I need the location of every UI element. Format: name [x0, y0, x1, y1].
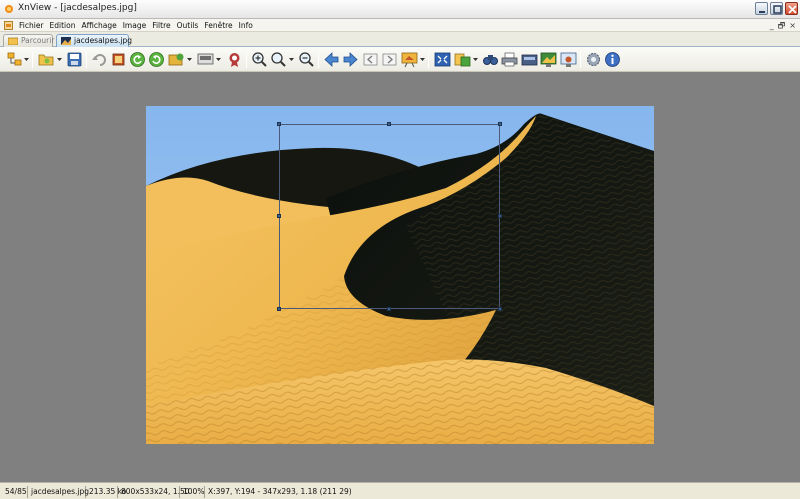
- window-title: XnView - [jacdesalpes.jpg]: [18, 3, 137, 13]
- maximize-button[interactable]: [770, 2, 783, 15]
- menu-affichage[interactable]: Affichage: [78, 20, 119, 31]
- selection-rectangle[interactable]: [279, 124, 500, 309]
- image-tab-icon: [61, 37, 71, 45]
- selection-handle-bottom-left[interactable]: [277, 307, 281, 311]
- selection-handle-top-left[interactable]: [277, 122, 281, 126]
- print-icon[interactable]: [501, 51, 518, 68]
- status-dimensions: 800x533x24, 1.50: [118, 486, 190, 498]
- browser-tab-icon: [8, 37, 18, 45]
- status-zoom: 100%: [180, 486, 205, 498]
- dropdown-arrow-icon[interactable]: [289, 57, 294, 62]
- zoom-in-icon[interactable]: [251, 51, 268, 68]
- dropdown-arrow-icon[interactable]: [57, 57, 62, 62]
- previous-icon[interactable]: [323, 51, 340, 68]
- rotate-right-icon[interactable]: [148, 51, 165, 68]
- menu-filtre[interactable]: Filtre: [149, 20, 173, 31]
- tab-bar: Parcourir jacdesalpes.jpg: [0, 32, 800, 47]
- dropdown-arrow-icon[interactable]: [420, 57, 425, 62]
- scanner-icon[interactable]: [521, 51, 538, 68]
- menu-image[interactable]: Image: [120, 20, 150, 31]
- tab-label: Parcourir: [21, 36, 55, 45]
- tab-jacdesalpes[interactable]: jacdesalpes.jpg: [56, 34, 133, 47]
- open-folder-icon[interactable]: [38, 51, 55, 68]
- first-icon[interactable]: [362, 51, 379, 68]
- crop-icon[interactable]: [110, 51, 127, 68]
- convert-icon[interactable]: [454, 51, 471, 68]
- tab-label: jacdesalpes.jpg: [74, 36, 133, 45]
- tab-parcourir[interactable]: Parcourir: [3, 34, 55, 47]
- dropdown-arrow-icon[interactable]: [473, 57, 478, 62]
- screen-icon[interactable]: [197, 51, 214, 68]
- minimize-button[interactable]: [755, 2, 768, 15]
- status-selection-info: X:397, Y:194 - 347x293, 1.18 (211 29): [208, 487, 352, 496]
- wallpaper-icon[interactable]: [540, 51, 557, 68]
- adjust-icon[interactable]: [168, 51, 185, 68]
- zoom-icon[interactable]: [270, 51, 287, 68]
- status-bar: 54/85 jacdesalpes.jpg 213.35 ko 800x533x…: [0, 482, 800, 499]
- color-icon[interactable]: [226, 51, 243, 68]
- image-viewer[interactable]: [0, 72, 800, 482]
- dropdown-arrow-icon[interactable]: [216, 57, 221, 62]
- settings-icon[interactable]: [585, 51, 602, 68]
- next-icon[interactable]: [342, 51, 359, 68]
- menu-fenetre[interactable]: Fenêtre: [201, 20, 235, 31]
- dropdown-arrow-icon[interactable]: [24, 57, 29, 62]
- xnview-app-icon: [5, 5, 13, 13]
- selection-handle-bottom-right[interactable]: [498, 307, 502, 311]
- document-icon[interactable]: [4, 21, 13, 30]
- mdi-minimize-button[interactable]: _: [770, 20, 774, 31]
- menu-fichier[interactable]: Fichier: [16, 20, 47, 31]
- selection-handle-bottom[interactable]: [387, 307, 391, 311]
- maximize-icon: [773, 5, 782, 14]
- status-filename: jacdesalpes.jpg: [28, 486, 89, 498]
- slideshow-icon[interactable]: [401, 51, 418, 68]
- mdi-close-button[interactable]: ×: [789, 20, 796, 31]
- menu-bar: Fichier Edition Affichage Image Filtre O…: [0, 19, 800, 32]
- undo-icon[interactable]: [91, 51, 108, 68]
- close-button[interactable]: [785, 2, 798, 15]
- dropdown-arrow-icon[interactable]: [187, 57, 192, 62]
- zoom-out-icon[interactable]: [298, 51, 315, 68]
- selection-handle-top[interactable]: [387, 122, 391, 126]
- info-icon[interactable]: [604, 51, 621, 68]
- fullscreen-icon[interactable]: [434, 51, 451, 68]
- menu-edition[interactable]: Edition: [47, 20, 79, 31]
- toolbar: [0, 47, 800, 72]
- title-bar: XnView - [jacdesalpes.jpg]: [0, 0, 800, 19]
- find-icon[interactable]: [482, 51, 499, 68]
- browser-icon[interactable]: [6, 51, 23, 68]
- rotate-left-icon[interactable]: [129, 51, 146, 68]
- capture-icon[interactable]: [560, 51, 577, 68]
- save-icon[interactable]: [66, 51, 83, 68]
- menu-outils[interactable]: Outils: [174, 20, 202, 31]
- minimize-icon: [759, 11, 765, 13]
- close-icon: [788, 5, 797, 14]
- menu-info[interactable]: Info: [236, 20, 256, 31]
- selection-handle-top-right[interactable]: [498, 122, 502, 126]
- status-position: 54/85: [2, 486, 28, 498]
- selection-handle-right[interactable]: [498, 214, 502, 218]
- last-icon[interactable]: [381, 51, 398, 68]
- selection-handle-left[interactable]: [277, 214, 281, 218]
- mdi-restore-button[interactable]: 🗗: [778, 20, 786, 31]
- status-filesize: 213.35 ko: [86, 486, 126, 498]
